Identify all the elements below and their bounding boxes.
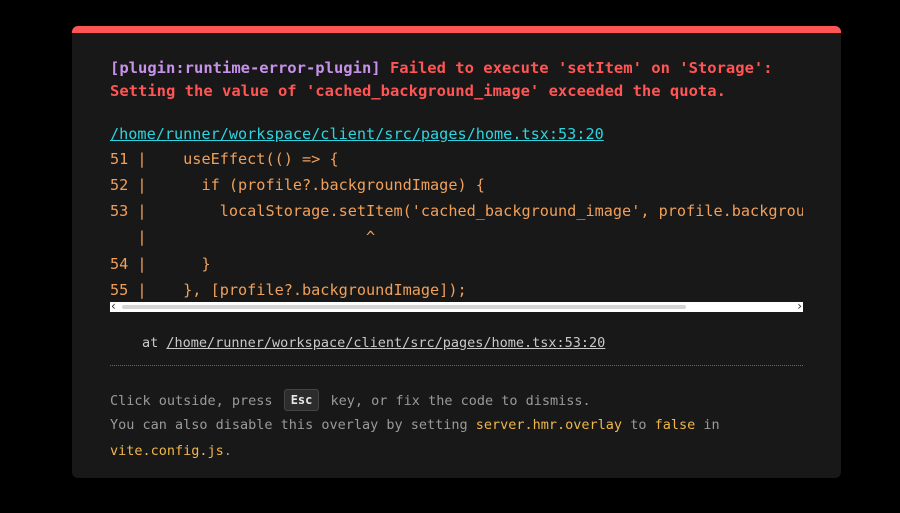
code-line-51: 51 | useEffect(() => { [110,147,339,171]
scroll-right-icon[interactable]: › [797,299,802,313]
error-caret: ^ [146,228,376,246]
tip-text: key, or fix the code to dismiss. [330,393,591,409]
line-gutter: 54 | [110,255,147,273]
code-line-55: 55 | }, [profile?.backgroundImage]); [110,278,467,302]
line-code: }, [profile?.backgroundImage]); [146,281,467,299]
line-gutter: 52 | [110,176,147,194]
error-message: [plugin:runtime-error-plugin] Failed to … [110,57,810,102]
config-file: vite.config.js [110,443,224,459]
code-frame: 51 | useEffect(() => { 52 | if (profile?… [110,147,803,312]
code-frame-scrollbar[interactable]: ‹ › [110,299,803,313]
stack-file-link[interactable]: /home/runner/workspace/client/src/pages/… [166,335,605,351]
line-code: if (profile?.backgroundImage) { [146,176,485,194]
tip-text: Click outside, press [110,393,273,409]
plugin-name: [plugin:runtime-error-plugin] [110,59,381,77]
disable-tip: You can also disable this overlay by set… [110,415,720,435]
error-message-line2: Setting the value of 'cached_background_… [110,81,726,100]
error-file-link[interactable]: /home/runner/workspace/client/src/pages/… [110,123,604,145]
line-gutter: 53 | [110,202,147,220]
config-value: false [654,417,696,433]
error-message-line1: Failed to execute 'setItem' on 'Storage'… [389,59,773,77]
divider [110,365,803,366]
line-code: localStorage.setItem('cached_background_… [219,202,803,220]
esc-key: Esc [283,389,320,411]
code-line-54: 54 | } [110,252,211,276]
line-gutter: 55 | [110,281,147,299]
config-key: server.hmr.overlay [475,417,623,433]
line-code: useEffect(() => { [146,150,339,168]
code-line-caret: | ^ [110,225,375,249]
scroll-left-icon[interactable]: ‹ [111,299,116,313]
tip-text: . [223,443,232,459]
error-overlay: [plugin:runtime-error-plugin] Failed to … [72,26,841,478]
dismiss-tip: Click outside, press Esc key, or fix the… [110,389,591,412]
tip-text: to [622,417,655,433]
line-gutter: | [110,228,147,246]
line-code: } [146,255,211,273]
tip-text: You can also disable this overlay by set… [110,417,476,433]
code-line-53: 53 | localStorage.setItem('cached_backgr… [110,199,803,223]
code-line-52: 52 | if (profile?.backgroundImage) { [110,173,485,197]
disable-tip-continued: vite.config.js. [110,441,232,461]
scrollbar-thumb[interactable] [122,305,686,309]
tip-text: in [695,417,720,433]
line-gutter: 51 | [110,150,147,168]
stack-trace: at /home/runner/workspace/client/src/pag… [142,333,605,353]
stack-prefix: at [142,335,167,351]
